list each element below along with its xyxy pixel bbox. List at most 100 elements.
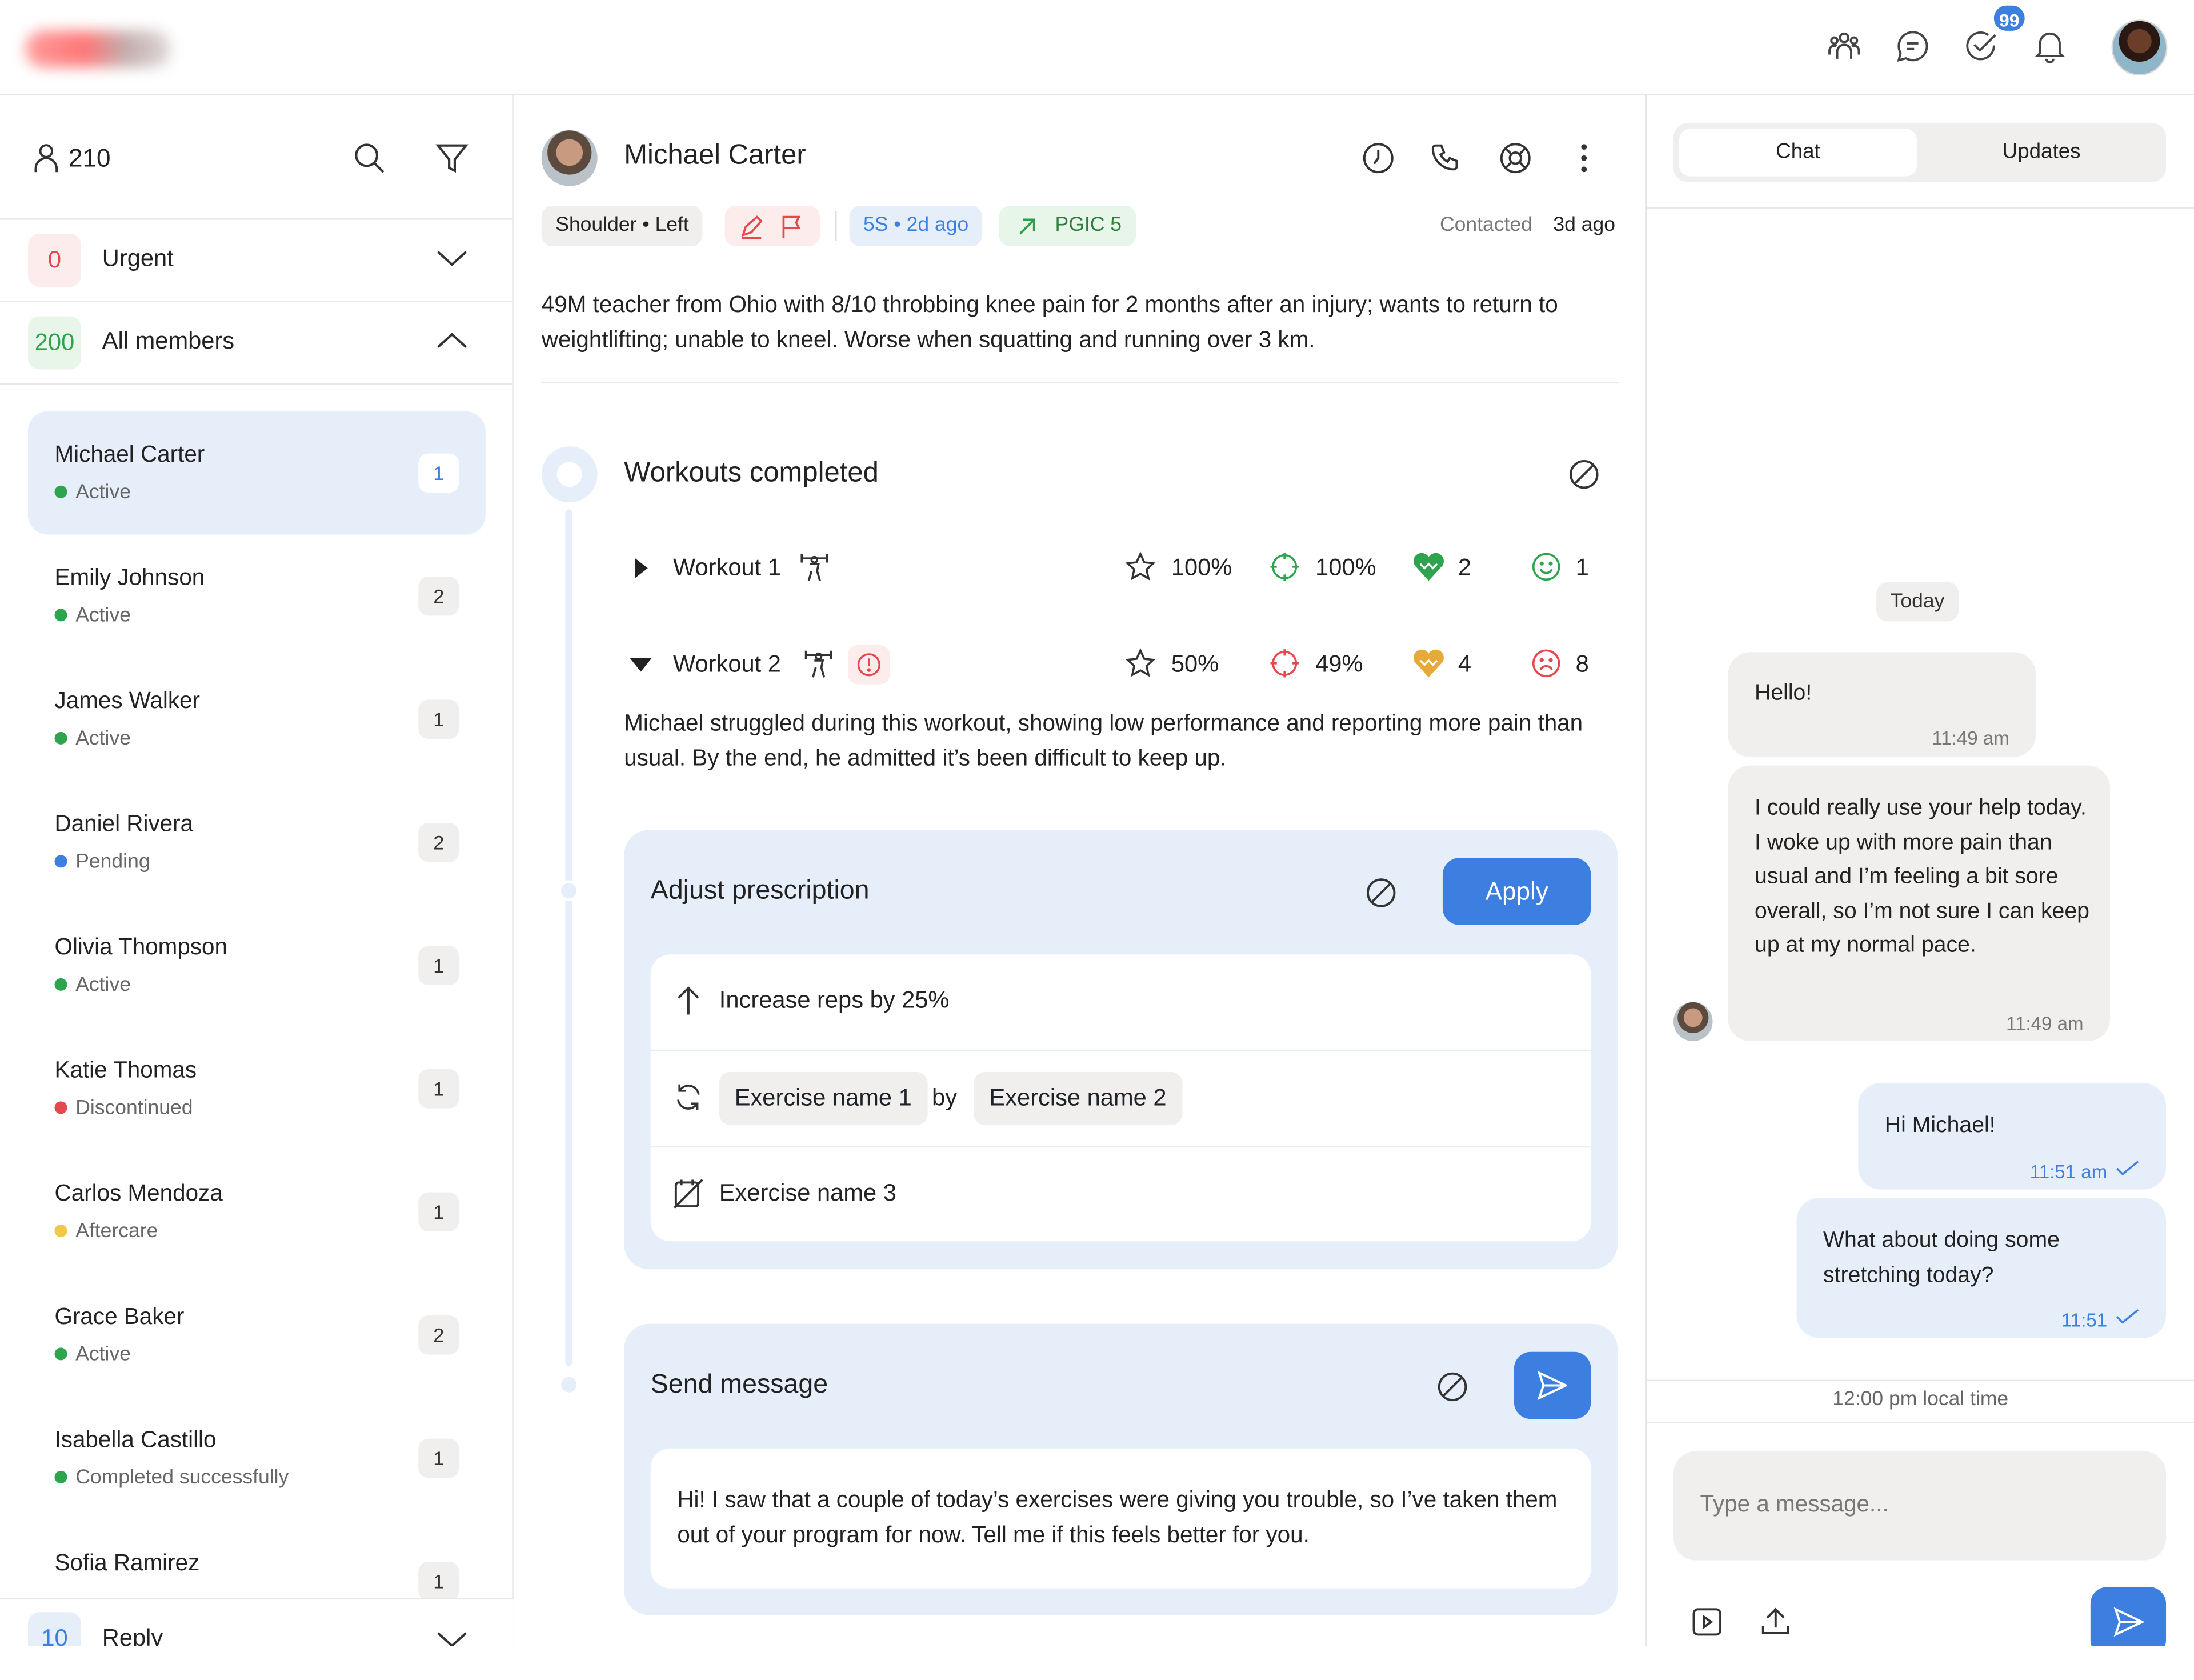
video-icon[interactable] xyxy=(1690,1605,1724,1639)
list-item-member[interactable]: Grace Baker Active 2 xyxy=(28,1274,486,1397)
more-icon[interactable] xyxy=(1567,141,1601,175)
bell-icon[interactable] xyxy=(2032,28,2068,65)
smile-icon xyxy=(1532,553,1560,581)
member-name: Katie Thomas xyxy=(54,1058,197,1083)
member-name: Grace Baker xyxy=(54,1304,185,1330)
dismiss-icon[interactable] xyxy=(1567,458,1601,491)
chat-input-placeholder: Type a message... xyxy=(1700,1491,1889,1517)
brand-logo xyxy=(25,30,171,67)
list-item-member[interactable]: Sofia Ramirez 1 xyxy=(28,1520,486,1600)
weightlifter-icon xyxy=(804,650,832,678)
remove-exercise-icon xyxy=(674,1179,703,1209)
apply-button[interactable]: Apply xyxy=(1442,858,1591,925)
person-icon xyxy=(34,143,62,174)
user-avatar[interactable] xyxy=(2111,19,2168,76)
chat-panel: Chat Updates Today Hello! 11:49 am I cou… xyxy=(1647,95,2194,1646)
star-icon xyxy=(1125,551,1156,581)
prescription-item[interactable]: Exercise name 3 xyxy=(651,1147,1591,1241)
exercise-chip[interactable]: Exercise name 1 xyxy=(719,1071,927,1125)
chat-tabs: Chat Updates xyxy=(1673,123,2167,182)
message-bubble: I could really use your help today. I wo… xyxy=(1728,765,2111,1042)
prescription-item[interactable]: Exercise name 1 by Exercise name 2 xyxy=(651,1051,1591,1146)
member-name: Carlos Mendoza xyxy=(54,1181,223,1207)
chevron-up-icon[interactable] xyxy=(435,329,469,351)
chat-send-button[interactable] xyxy=(2090,1587,2167,1646)
prescription-item[interactable]: Increase reps by 25% xyxy=(651,954,1591,1050)
send-icon xyxy=(2113,1607,2144,1637)
prescription-title: Adjust prescription xyxy=(650,876,870,906)
member-message-count: 1 xyxy=(418,699,459,739)
messages-icon[interactable] xyxy=(1895,28,1931,65)
body-part-chip: Shoulder • Left xyxy=(541,206,703,247)
member-list-panel: 2 1 0 0 Urgent 200 All members Michael Car… xyxy=(0,95,514,1646)
clock-icon[interactable] xyxy=(1362,141,1395,175)
member-status: Aftercare xyxy=(54,1221,158,1243)
member-status: Active xyxy=(54,1343,131,1366)
dismiss-icon[interactable] xyxy=(1436,1370,1470,1404)
day-separator: Today xyxy=(1876,582,1959,622)
removed-exercise-label: Exercise name 3 xyxy=(719,1179,896,1207)
dismiss-icon[interactable] xyxy=(1364,876,1398,910)
filter-icon[interactable] xyxy=(435,141,469,175)
timeline-dot xyxy=(558,880,579,902)
list-item-member[interactable]: James Walker Active 1 xyxy=(28,658,486,781)
alert-chip[interactable] xyxy=(724,206,820,247)
status-dot xyxy=(54,1470,67,1483)
member-message-count: 1 xyxy=(418,1069,459,1109)
heart-icon xyxy=(1413,553,1444,581)
urgent-count: 0 xyxy=(27,233,82,287)
status-dot xyxy=(54,1224,67,1237)
workout-row[interactable]: Workout 1 100% 100% 2 1 xyxy=(624,540,1620,599)
message-text: Hi Michael! xyxy=(1884,1114,1996,1138)
patient-name: Michael Carter xyxy=(624,139,806,171)
reply-section[interactable]: 10 Reply xyxy=(0,1599,514,1646)
member-status: Completed successfully xyxy=(54,1467,289,1489)
workout-mood: 1 xyxy=(1575,554,1589,581)
team-icon[interactable] xyxy=(1826,28,1863,65)
contacted-label: Contacted xyxy=(1440,214,1532,237)
status-dot xyxy=(54,1101,67,1114)
member-message-count: 1 xyxy=(418,1192,459,1232)
chevron-down-icon[interactable] xyxy=(435,1627,469,1646)
member-detail-panel: Michael Carter Shoulder • Left 5S • 2d a… xyxy=(514,95,1647,1646)
member-message-count: 1 xyxy=(418,1438,459,1478)
all-members-section[interactable]: 200 All members xyxy=(0,302,514,383)
message-time: 11:49 am xyxy=(1932,727,2009,749)
list-item-member[interactable]: Emily Johnson Active 2 xyxy=(28,535,486,658)
member-message-count: 2 xyxy=(418,1315,459,1355)
list-item-member[interactable]: Daniel Rivera Pending 2 xyxy=(28,781,486,905)
exercise-chip[interactable]: Exercise name 2 xyxy=(974,1071,1182,1125)
support-icon[interactable] xyxy=(1499,141,1532,175)
send-button[interactable] xyxy=(1514,1351,1591,1419)
status-dot xyxy=(54,1347,67,1361)
reply-label: Reply xyxy=(102,1625,163,1646)
list-item-member[interactable]: Isabella Castillo Completed successfully… xyxy=(28,1397,486,1520)
heart-icon xyxy=(1413,649,1444,678)
sender-avatar xyxy=(1673,1002,1713,1042)
chevron-down-icon[interactable] xyxy=(435,246,469,269)
adjust-prescription-card: Adjust prescription Apply Increase reps … xyxy=(624,830,1618,1270)
message-draft[interactable]: Hi! I saw that a couple of today’s exerc… xyxy=(650,1448,1591,1589)
search-icon[interactable] xyxy=(353,141,386,175)
list-item-member[interactable]: Olivia Thompson Active 1 xyxy=(28,904,486,1027)
tab-updates[interactable]: Updates xyxy=(1923,129,2160,176)
list-item-member[interactable]: Katie Thomas Discontinued 1 xyxy=(28,1027,486,1151)
list-item-member[interactable]: Michael Carter Active 1 xyxy=(27,411,486,535)
workout-accuracy: 100% xyxy=(1315,554,1376,581)
chat-input[interactable]: Type a message... xyxy=(1673,1451,2167,1561)
score-chip: 5S • 2d ago xyxy=(849,206,983,247)
send-message-title: Send message xyxy=(650,1370,828,1399)
member-status: Active xyxy=(54,605,131,627)
tasks-icon[interactable] xyxy=(1963,28,2000,65)
star-icon xyxy=(1125,648,1156,677)
workout-note: Michael struggled during this workout, s… xyxy=(624,711,1583,771)
workout-row[interactable]: Workout 2 50% 49% 4 8 xyxy=(624,637,1620,695)
member-message-count: 2 xyxy=(418,576,459,616)
tab-chat[interactable]: Chat xyxy=(1679,129,1917,177)
urgent-section[interactable]: 0 Urgent xyxy=(0,219,514,301)
phone-icon[interactable] xyxy=(1430,141,1464,175)
upload-icon[interactable] xyxy=(1759,1605,1792,1639)
workout-rating: 100% xyxy=(1171,554,1232,581)
list-item-member[interactable]: Carlos Mendoza Aftercare 1 xyxy=(28,1150,486,1274)
message-text: What about doing some stretching today? xyxy=(1823,1229,2060,1287)
